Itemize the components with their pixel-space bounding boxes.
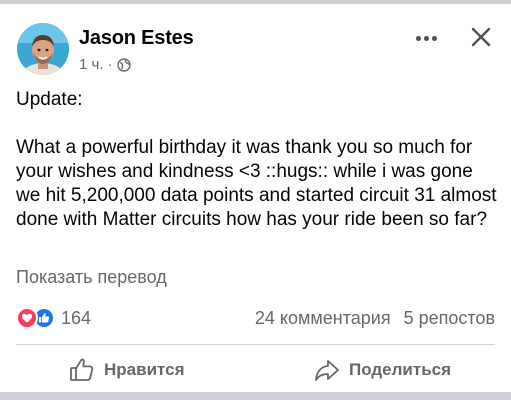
comments-count-link[interactable]: 24 комментария: [255, 308, 391, 329]
post-card: Jason Estes 1 ч. · Update: What a powerf…: [0, 4, 511, 392]
more-options-button[interactable]: [411, 24, 441, 52]
avatar-photo: [17, 23, 69, 75]
share-button-label: Поделиться: [349, 360, 452, 379]
shares-count-link[interactable]: 5 репостов: [404, 308, 495, 329]
close-button[interactable]: [469, 25, 493, 49]
post-meta: 1 ч. ·: [79, 56, 131, 73]
post-time[interactable]: 1 ч.: [79, 56, 104, 73]
reactions-summary[interactable]: 164: [16, 307, 91, 329]
divider: [16, 344, 495, 345]
share-button[interactable]: Поделиться: [313, 356, 451, 384]
avatar[interactable]: [17, 23, 69, 75]
more-dot-icon: [423, 35, 429, 41]
post-text-body: What a powerful birthday it was thank yo…: [16, 137, 497, 230]
show-translation-link[interactable]: Показать перевод: [16, 267, 167, 288]
thumbs-up-icon: [70, 358, 94, 381]
share-arrow-icon: [315, 360, 339, 381]
globe-icon: [116, 57, 131, 72]
love-icon: [16, 307, 38, 329]
author-name[interactable]: Jason Estes: [79, 27, 194, 50]
like-button[interactable]: Нравится: [68, 356, 185, 384]
more-dot-icon: [431, 35, 437, 41]
close-icon: [471, 27, 491, 47]
more-dot-icon: [415, 35, 421, 41]
post-text: Update: What a powerful birthday it was …: [16, 88, 501, 232]
engagement-stats: 24 комментария 5 репостов: [255, 308, 495, 329]
meta-separator: ·: [107, 56, 113, 73]
post-text-line: Update:: [16, 89, 83, 110]
post-text-blank-line: [16, 112, 501, 136]
like-button-label: Нравится: [104, 360, 185, 379]
reaction-count: 164: [61, 307, 92, 328]
